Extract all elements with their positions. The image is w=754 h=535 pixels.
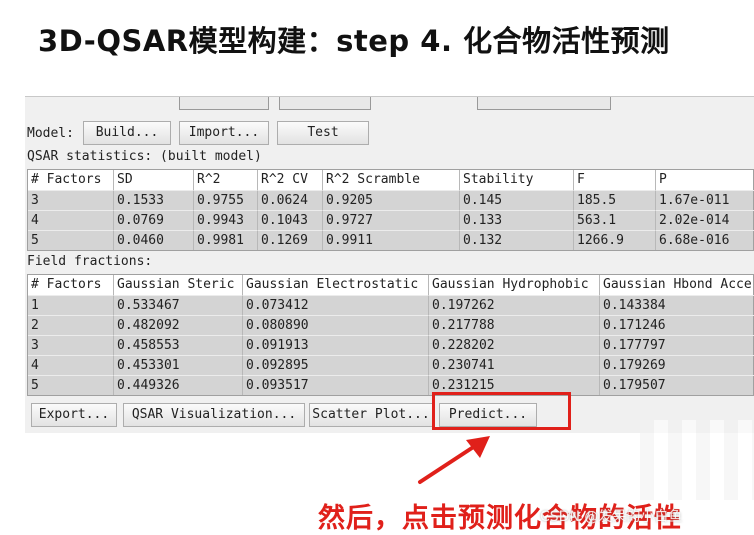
column-header[interactable]: # Factors — [28, 170, 114, 190]
model-label: Model: — [27, 126, 74, 141]
partial-button-top-1[interactable] — [179, 97, 269, 110]
table-cell: 0.9981 — [194, 230, 258, 250]
table-cell: 0.9727 — [323, 210, 460, 230]
column-header[interactable]: # Factors — [28, 275, 114, 295]
table-cell: 0.217788 — [429, 315, 600, 335]
column-header[interactable]: Gaussian Steric — [114, 275, 243, 295]
table-cell: 4 — [28, 210, 114, 230]
table-cell: 0.092895 — [243, 355, 429, 375]
field-fractions-table: # Factors Gaussian Steric Gaussian Elect… — [27, 274, 754, 396]
table-cell: 0.197262 — [429, 295, 600, 315]
table-cell: 0.533467 — [114, 295, 243, 315]
table-cell: 0.179507 — [600, 375, 754, 395]
export-button[interactable]: Export... — [31, 403, 117, 427]
table-cell: 0.9755 — [194, 190, 258, 210]
table-cell: 0.453301 — [114, 355, 243, 375]
model-toolbar: Model: Build... Import... Test — [25, 119, 754, 149]
table-cell: 2 — [28, 315, 114, 335]
table-cell: 185.5 — [574, 190, 656, 210]
table-cell: 0.0460 — [114, 230, 194, 250]
table-cell: 0.482092 — [114, 315, 243, 335]
table-cell: 5 — [28, 375, 114, 395]
table-cell: 0.230741 — [429, 355, 600, 375]
column-header[interactable]: Stability — [460, 170, 574, 190]
watermark-pixel-noise — [640, 420, 754, 500]
table-cell: 0.9205 — [323, 190, 460, 210]
column-header[interactable]: Gaussian Hydrophobic — [429, 275, 600, 295]
table-cell: 0.143384 — [600, 295, 754, 315]
table-cell: 0.179269 — [600, 355, 754, 375]
table-cell: 0.145 — [460, 190, 574, 210]
table-cell: 6.68e-016 — [656, 230, 754, 250]
table-row[interactable]: 5 0.0460 0.9981 0.1269 0.9911 0.132 1266… — [28, 230, 754, 250]
table-cell: 0.1043 — [258, 210, 323, 230]
partial-button-top-2[interactable] — [279, 97, 371, 110]
table-cell: 3 — [28, 190, 114, 210]
qsar-results-panel: Model: Build... Import... Test QSAR stat… — [25, 96, 754, 433]
table-cell: 0.228202 — [429, 335, 600, 355]
qsar-statistics-label: QSAR statistics: (built model) — [27, 149, 262, 164]
annotation-arrow-icon — [418, 436, 490, 484]
table-cell: 3 — [28, 335, 114, 355]
table-row[interactable]: 4 0.0769 0.9943 0.1043 0.9727 0.133 563.… — [28, 210, 754, 230]
table-cell: 1 — [28, 295, 114, 315]
build-button[interactable]: Build... — [83, 121, 171, 145]
column-header[interactable]: R^2 Scramble — [323, 170, 460, 190]
csdn-watermark: CSDN @发呆的小白鱼 — [540, 509, 683, 525]
table-cell: 0.0624 — [258, 190, 323, 210]
table-header-row: # Factors Gaussian Steric Gaussian Elect… — [28, 275, 753, 295]
table-cell: 0.1269 — [258, 230, 323, 250]
field-fractions-label: Field fractions: — [27, 254, 153, 269]
column-header[interactable]: R^2 — [194, 170, 258, 190]
table-cell: 0.9911 — [323, 230, 460, 250]
table-row[interactable]: 3 0.1533 0.9755 0.0624 0.9205 0.145 185.… — [28, 190, 754, 210]
table-cell: 0.073412 — [243, 295, 429, 315]
qsar-statistics-table: # Factors SD R^2 R^2 CV R^2 Scramble Sta… — [27, 169, 754, 251]
table-cell: 0.458553 — [114, 335, 243, 355]
table-cell: 0.091913 — [243, 335, 429, 355]
table-cell: 0.132 — [460, 230, 574, 250]
slide-title: 3D-QSAR模型构建：step 4. 化合物活性预测 — [38, 24, 670, 58]
table-cell: 2.02e-014 — [656, 210, 754, 230]
column-header[interactable]: SD — [114, 170, 194, 190]
partial-field-top[interactable] — [477, 97, 611, 110]
table-cell: 0.0769 — [114, 210, 194, 230]
column-header[interactable]: Gaussian Hbond Acce — [600, 275, 754, 295]
table-cell: 0.171246 — [600, 315, 754, 335]
column-header[interactable]: R^2 CV — [258, 170, 323, 190]
table-row[interactable]: 5 0.449326 0.093517 0.231215 0.179507 — [28, 375, 754, 395]
table-row[interactable]: 4 0.453301 0.092895 0.230741 0.179269 — [28, 355, 754, 375]
scatter-plot-button[interactable]: Scatter Plot... — [309, 403, 433, 427]
table-row[interactable]: 3 0.458553 0.091913 0.228202 0.177797 — [28, 335, 754, 355]
table-cell: 4 — [28, 355, 114, 375]
import-button[interactable]: Import... — [179, 121, 269, 145]
test-button[interactable]: Test — [277, 121, 369, 145]
table-cell: 0.9943 — [194, 210, 258, 230]
table-cell: 1266.9 — [574, 230, 656, 250]
table-row[interactable]: 1 0.533467 0.073412 0.197262 0.143384 — [28, 295, 754, 315]
table-cell: 0.133 — [460, 210, 574, 230]
table-cell: 0.449326 — [114, 375, 243, 395]
table-cell: 1.67e-011 — [656, 190, 754, 210]
table-cell: 563.1 — [574, 210, 656, 230]
table-header-row: # Factors SD R^2 R^2 CV R^2 Scramble Sta… — [28, 170, 753, 190]
table-cell: 0.1533 — [114, 190, 194, 210]
table-cell: 0.080890 — [243, 315, 429, 335]
column-header[interactable]: Gaussian Electrostatic — [243, 275, 429, 295]
column-header[interactable]: P — [656, 170, 754, 190]
table-cell: 0.093517 — [243, 375, 429, 395]
table-row[interactable]: 2 0.482092 0.080890 0.217788 0.171246 — [28, 315, 754, 335]
table-cell: 5 — [28, 230, 114, 250]
qsar-visualization-button[interactable]: QSAR Visualization... — [123, 403, 305, 427]
table-cell: 0.177797 — [600, 335, 754, 355]
column-header[interactable]: F — [574, 170, 656, 190]
predict-highlight-box — [432, 392, 571, 430]
